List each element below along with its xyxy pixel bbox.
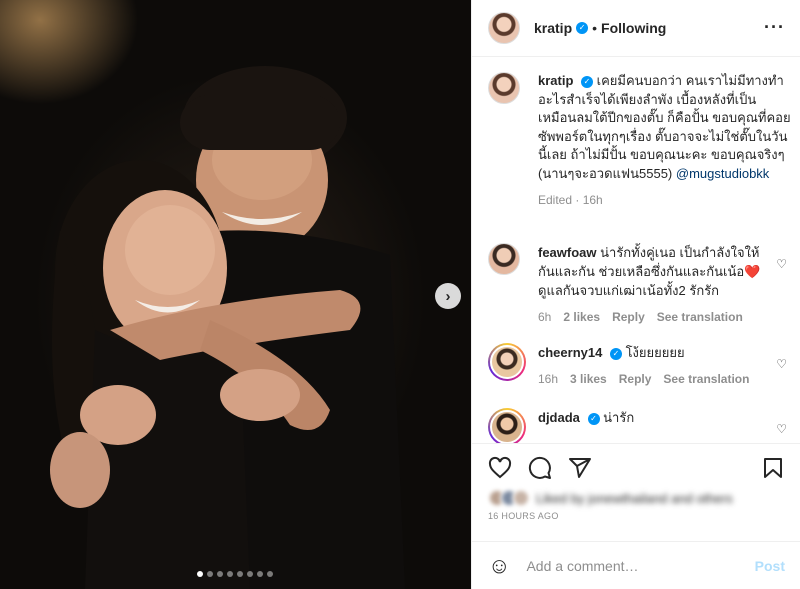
carousel-indicator (197, 571, 273, 577)
comment-age: 16h (538, 372, 559, 386)
comment-item: feawfoaw น่ารักทั้งคู่เนอ เป็นกำลังใจให้… (488, 243, 793, 327)
carousel-dot (237, 571, 243, 577)
like-comment-heart-icon[interactable]: ♡ (776, 422, 787, 436)
post-photo: › (0, 0, 471, 589)
emoji-icon[interactable]: ☺ (488, 554, 510, 577)
liked-by-text[interactable]: Liked by jonewthailand and others (536, 491, 733, 506)
comment-item: djdada ✓ น่ารัก ♡ (488, 408, 793, 443)
avatar[interactable] (488, 243, 520, 275)
more-options-icon[interactable]: ··· (764, 18, 785, 36)
story-ring[interactable] (488, 408, 526, 443)
verified-badge-icon: ✓ (587, 412, 600, 425)
post-timestamp: 16 HOURS AGO (488, 511, 559, 521)
caption-text: เคยมีคนบอกว่า คนเราไม่มีทางทำอะไรสำเร็จไ… (538, 73, 791, 181)
caption-author-username[interactable]: kratip (538, 73, 573, 88)
comment-text: น่ารัก (603, 410, 635, 425)
comment-username[interactable]: feawfoaw (538, 245, 597, 260)
comment-input[interactable] (526, 557, 747, 574)
comment-icon[interactable] (528, 456, 552, 480)
verified-badge-icon: ✓ (609, 347, 622, 360)
post-header: kratip ✓ • Following ··· (472, 0, 800, 57)
post-author-username[interactable]: kratip (534, 20, 572, 36)
avatar[interactable] (488, 12, 520, 44)
like-comment-heart-icon[interactable]: ♡ (776, 357, 787, 371)
post-side-panel: kratip ✓ • Following ··· kratip ✓ เคยมีค… (471, 0, 800, 589)
reply-button[interactable]: Reply (619, 370, 652, 389)
comment-meta: 6h 2 likes Reply See translation (538, 308, 771, 327)
liked-by-summary[interactable]: Liked by jonewthailand and others (488, 489, 733, 507)
photo-illustration (50, 66, 405, 589)
reply-button[interactable]: Reply (612, 308, 645, 327)
avatar[interactable] (490, 345, 524, 379)
following-button[interactable]: Following (601, 20, 666, 36)
comment-likes[interactable]: 3 likes (570, 370, 607, 389)
comment-username[interactable]: cheerny14 (538, 345, 602, 360)
caption-meta: Edited · 16h (538, 193, 603, 207)
carousel-dot (217, 571, 223, 577)
bookmark-icon[interactable] (761, 456, 785, 480)
post-comment-button[interactable]: Post (755, 558, 785, 574)
comment-likes[interactable]: 2 likes (563, 308, 600, 327)
comment-text: โง้ยยยยยย (625, 345, 685, 360)
comment-meta: 16h 3 likes Reply See translation (538, 370, 771, 389)
separator-dot: • (592, 20, 598, 36)
avatar[interactable] (490, 410, 524, 443)
chevron-right-icon: › (445, 287, 451, 305)
verified-badge-icon: ✓ (576, 22, 589, 34)
caption-mention-link[interactable]: @mugstudiobkk (676, 166, 769, 181)
comment-age: 6h (538, 310, 552, 324)
add-comment-bar: ☺ Post (472, 541, 800, 589)
liked-by-avatars (488, 489, 530, 507)
carousel-dot (227, 571, 233, 577)
comment-item: cheerny14 ✓ โง้ยยยยยย 16h 3 likes Reply … (488, 343, 793, 389)
post-actions: Liked by jonewthailand and others 16 HOU… (472, 443, 800, 553)
post-caption: kratip ✓ เคยมีคนบอกว่า คนเราไม่มีทางทำอะ… (488, 72, 793, 210)
see-translation-link[interactable]: See translation (663, 370, 749, 389)
story-ring[interactable] (488, 343, 526, 381)
avatar[interactable] (488, 72, 520, 104)
see-translation-link[interactable]: See translation (657, 308, 743, 327)
comment-username[interactable]: djdada (538, 410, 580, 425)
carousel-dot (267, 571, 273, 577)
carousel-dot (247, 571, 253, 577)
like-comment-heart-icon[interactable]: ♡ (776, 257, 787, 271)
carousel-dot (197, 571, 203, 577)
verified-badge-icon: ✓ (581, 75, 594, 88)
heart-icon[interactable] (488, 456, 512, 480)
carousel-dot (207, 571, 213, 577)
share-icon[interactable] (568, 456, 592, 480)
carousel-dot (257, 571, 263, 577)
next-image-button[interactable]: › (435, 283, 461, 309)
